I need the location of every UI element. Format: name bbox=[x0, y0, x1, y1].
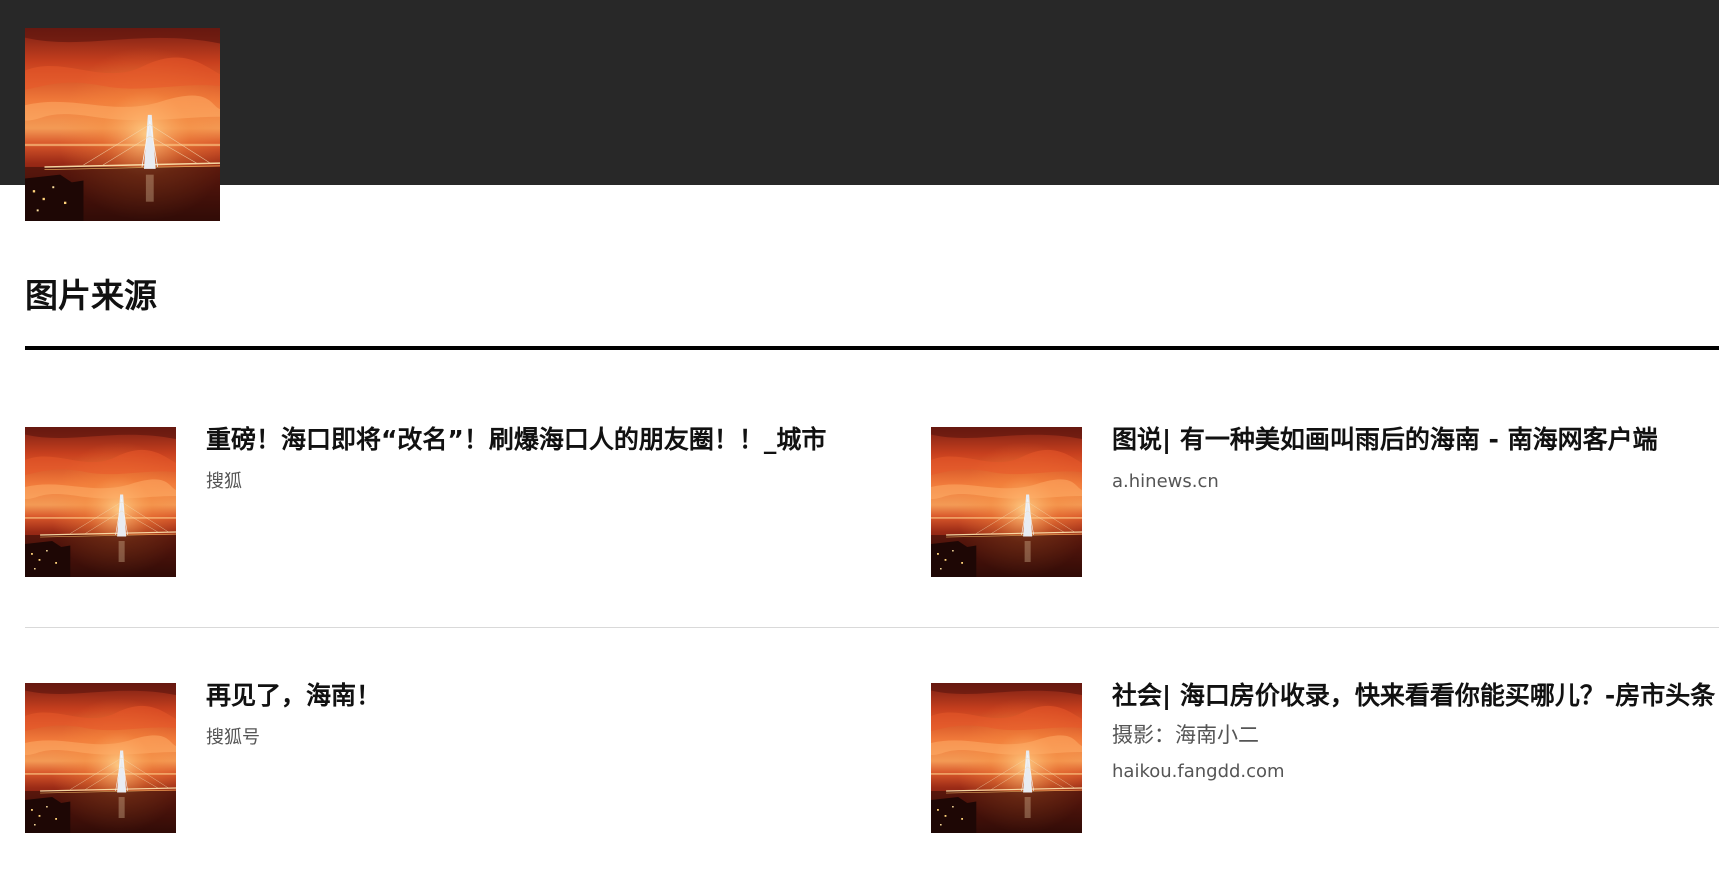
sunset-bridge-photo bbox=[931, 683, 1082, 833]
result-title-link[interactable]: 图说| 有一种美如画叫雨后的海南 - 南海网客户端 bbox=[1112, 422, 1658, 458]
result-credit: 摄影：海南小二 bbox=[1112, 723, 1259, 747]
hero-image[interactable] bbox=[25, 28, 220, 221]
result-thumbnail[interactable] bbox=[25, 683, 176, 833]
result-thumbnail[interactable] bbox=[931, 683, 1082, 833]
result-thumbnail[interactable] bbox=[25, 427, 176, 577]
result-title-link[interactable]: 重磅！海口即将“改名”！刷爆海口人的朋友圈！！_城市 bbox=[206, 422, 826, 458]
result-title-link[interactable]: 社会| 海口房价收录，快来看看你能买哪儿？-房市头条 bbox=[1112, 678, 1715, 714]
sunset-bridge-photo bbox=[25, 427, 176, 577]
section-title: 图片来源 bbox=[25, 276, 157, 315]
header-bar bbox=[0, 0, 1719, 185]
sunset-bridge-photo bbox=[25, 683, 176, 833]
result-source: haikou.fangdd.com bbox=[1112, 761, 1285, 782]
result-title-link[interactable]: 再见了，海南！ bbox=[206, 678, 381, 714]
row-divider bbox=[25, 627, 1719, 628]
result-thumbnail[interactable] bbox=[931, 427, 1082, 577]
result-source: 搜狐 bbox=[206, 471, 242, 492]
section-divider bbox=[25, 346, 1719, 350]
sunset-bridge-photo bbox=[931, 427, 1082, 577]
sunset-bridge-photo bbox=[25, 28, 220, 221]
result-source: a.hinews.cn bbox=[1112, 471, 1219, 492]
result-source: 搜狐号 bbox=[206, 727, 260, 748]
